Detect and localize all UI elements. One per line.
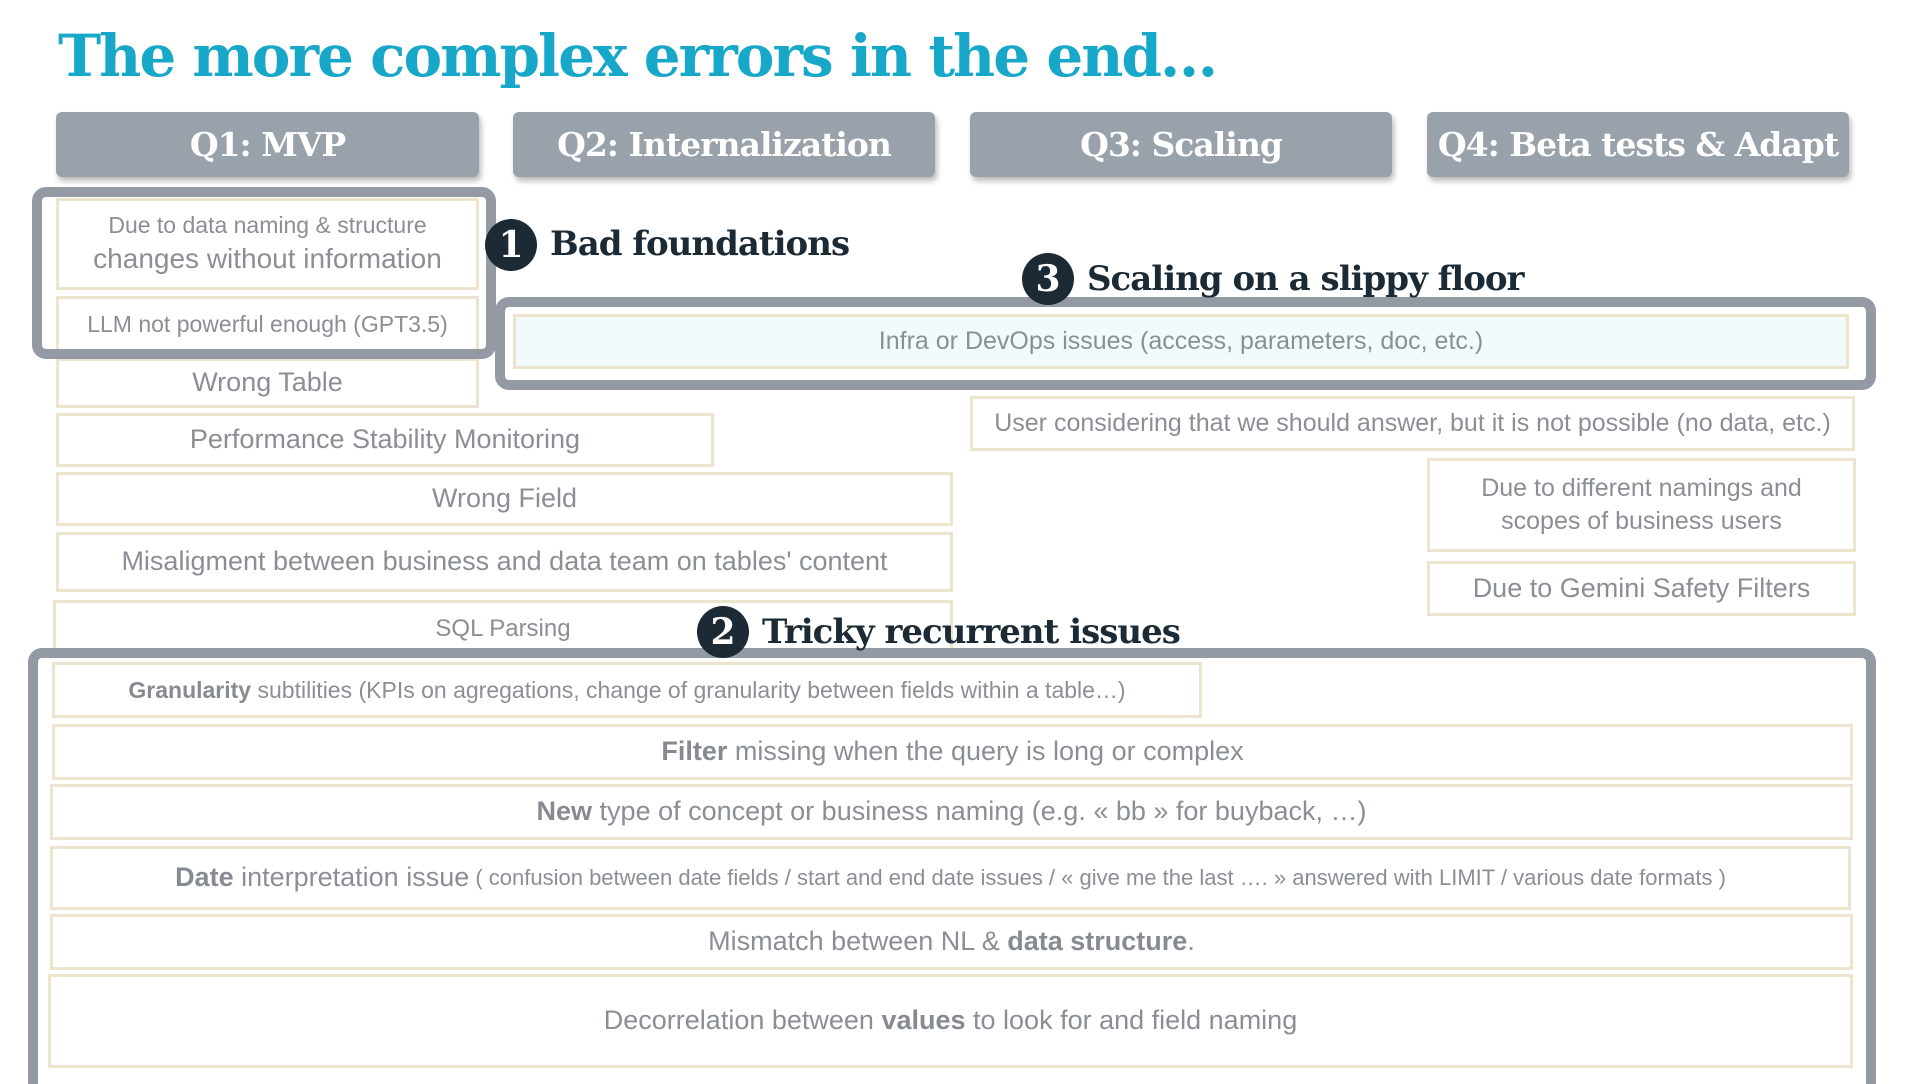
item-different-namings: Due to different namings and scopes of b… [1427, 458, 1856, 552]
quarter-header-q3: Q3: Scaling [970, 112, 1392, 177]
item-text-line: Due to different namings and [1481, 474, 1802, 502]
badge-3: 3 [1022, 253, 1074, 305]
quarter-header-q4: Q4: Beta tests & Adapt [1427, 112, 1849, 177]
item-misalignment: Misaligment between business and data te… [56, 532, 953, 592]
page-title: The more complex errors in the end… [58, 22, 1218, 90]
tricky-recurrent-frame [28, 648, 1876, 1084]
label-tricky-recurrent: Tricky recurrent issues [762, 612, 1181, 652]
item-text-line: scopes of business users [1501, 507, 1782, 535]
scaling-frame [495, 297, 1876, 390]
label-bad-foundations: Bad foundations [550, 224, 850, 264]
item-performance-monitoring: Performance Stability Monitoring [56, 413, 714, 467]
item-gemini-filters: Due to Gemini Safety Filters [1427, 561, 1856, 616]
item-wrong-table: Wrong Table [56, 358, 479, 408]
label-scaling-slippy-floor: Scaling on a slippy floor [1087, 259, 1524, 299]
item-wrong-field: Wrong Field [56, 472, 953, 526]
quarter-header-q2: Q2: Internalization [513, 112, 935, 177]
badge-2: 2 [697, 606, 749, 658]
quarter-header-q1: Q1: MVP [56, 112, 479, 177]
badge-1: 1 [485, 219, 537, 271]
item-user-expectation: User considering that we should answer, … [970, 396, 1855, 451]
bad-foundations-frame [32, 187, 496, 359]
